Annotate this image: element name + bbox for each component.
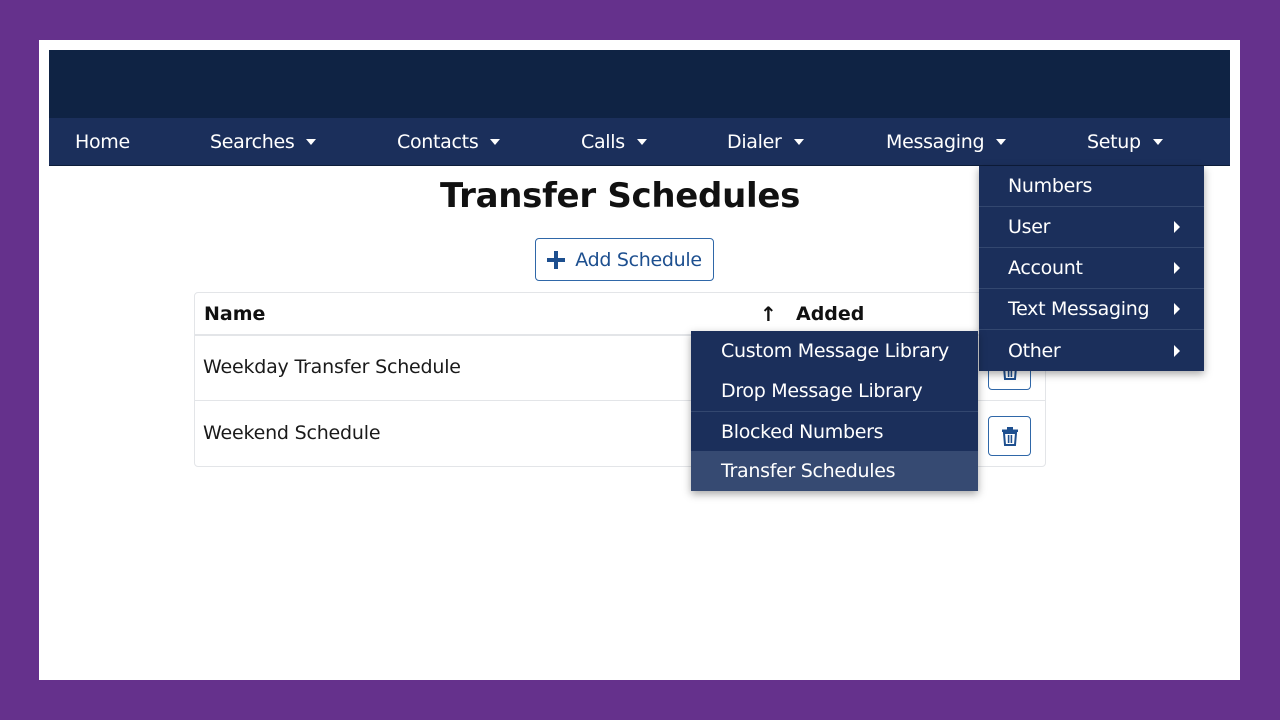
main-navbar: Home Searches Contacts Calls Dialer Mess… (49, 118, 1230, 166)
submenu-item-label: Transfer Schedules (721, 460, 896, 482)
trash-icon (1001, 427, 1018, 446)
nav-calls[interactable]: Calls (581, 118, 647, 165)
caret-down-icon (490, 139, 501, 145)
arrow-up-icon[interactable]: ↑ (760, 302, 777, 326)
menu-item-account[interactable]: Account (979, 248, 1204, 289)
caret-right-icon (1174, 221, 1180, 233)
caret-right-icon (1174, 303, 1180, 315)
caret-down-icon (793, 139, 804, 145)
nav-setup-label: Setup (1087, 130, 1141, 153)
delete-button[interactable] (988, 416, 1031, 456)
submenu-item-blocked-numbers[interactable]: Blocked Numbers (691, 411, 978, 451)
nav-setup[interactable]: Setup (1087, 118, 1163, 165)
nav-contacts[interactable]: Contacts (397, 118, 501, 165)
menu-item-user[interactable]: User (979, 207, 1204, 248)
menu-item-label: Numbers (1008, 175, 1093, 197)
menu-item-label: Account (1008, 257, 1083, 279)
nav-contacts-label: Contacts (397, 130, 479, 153)
caret-right-icon (1174, 262, 1180, 274)
menu-item-numbers[interactable]: Numbers (979, 166, 1204, 207)
schedule-name[interactable]: Weekend Schedule (203, 422, 381, 444)
submenu-item-label: Drop Message Library (721, 380, 923, 402)
nav-messaging[interactable]: Messaging (886, 118, 1007, 165)
caret-down-icon (1152, 139, 1163, 145)
nav-messaging-label: Messaging (886, 130, 985, 153)
nav-dialer-label: Dialer (727, 130, 782, 153)
nav-searches-label: Searches (210, 130, 295, 153)
app-header (49, 50, 1230, 118)
menu-item-label: Text Messaging (1008, 298, 1150, 320)
submenu-item-custom-message-library[interactable]: Custom Message Library (691, 331, 978, 371)
submenu-item-transfer-schedules[interactable]: Transfer Schedules (691, 451, 978, 491)
setup-dropdown-menu: Numbers User Account Text Messaging Othe… (979, 166, 1204, 371)
submenu-item-label: Blocked Numbers (721, 420, 884, 443)
nav-searches[interactable]: Searches (210, 118, 317, 165)
nav-dialer[interactable]: Dialer (727, 118, 804, 165)
menu-item-other[interactable]: Other (979, 330, 1204, 371)
column-header-added[interactable]: Added (796, 303, 864, 325)
nav-home[interactable]: Home (75, 118, 130, 165)
menu-item-label: User (1008, 216, 1051, 238)
caret-right-icon (1174, 344, 1180, 357)
submenu-item-label: Custom Message Library (721, 340, 949, 362)
nav-home-label: Home (75, 130, 130, 153)
table-header: Name ↑ Added (195, 293, 1045, 336)
nav-calls-label: Calls (581, 130, 625, 153)
caret-down-icon (996, 139, 1007, 145)
schedule-name[interactable]: Weekday Transfer Schedule (203, 356, 461, 378)
caret-down-icon (636, 139, 647, 145)
add-schedule-label: Add Schedule (575, 248, 702, 271)
menu-item-text-messaging[interactable]: Text Messaging (979, 289, 1204, 330)
submenu-item-drop-message-library[interactable]: Drop Message Library (691, 371, 978, 411)
text-messaging-submenu: Custom Message Library Drop Message Libr… (691, 331, 978, 491)
caret-down-icon (306, 139, 317, 145)
menu-item-label: Other (1008, 339, 1061, 362)
add-schedule-button[interactable]: Add Schedule (535, 238, 714, 281)
column-header-name[interactable]: Name (204, 303, 265, 325)
plus-icon (547, 250, 566, 269)
